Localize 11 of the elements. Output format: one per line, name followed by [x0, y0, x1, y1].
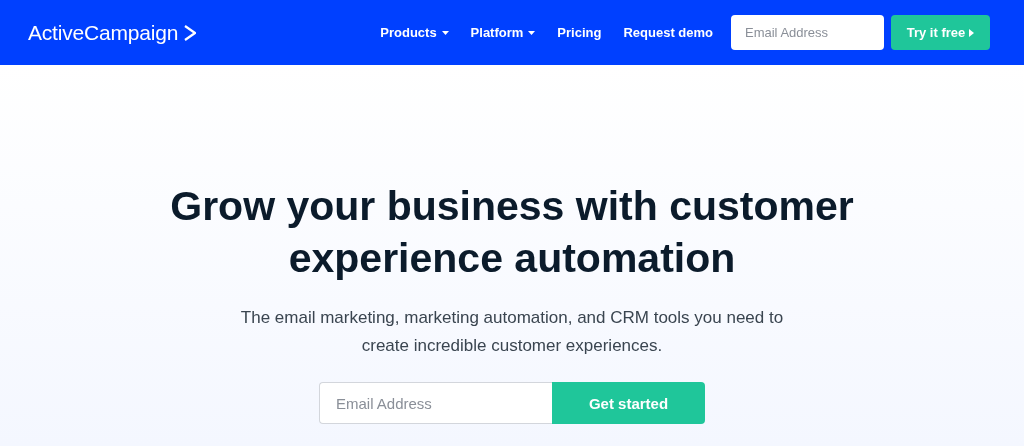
- email-field[interactable]: Email Address: [731, 15, 884, 50]
- logo[interactable]: ActiveCampaign: [28, 20, 179, 45]
- chevron-icon: [184, 24, 197, 41]
- nav-link[interactable]: Products: [380, 25, 449, 40]
- headline: Grow your business with customer experience automation: [169, 182, 855, 283]
- email-field[interactable]: Email Address: [319, 382, 552, 424]
- nav-link[interactable]: Platform: [470, 25, 536, 40]
- nav-link[interactable]: Pricing: [557, 25, 602, 40]
- subtitle: The email marketing, marketing automation, and CRM tools you need to create incredible customer experiences.: [239, 307, 785, 357]
- nav-link[interactable]: Request demo: [623, 25, 713, 40]
- play-icon: [969, 28, 975, 37]
